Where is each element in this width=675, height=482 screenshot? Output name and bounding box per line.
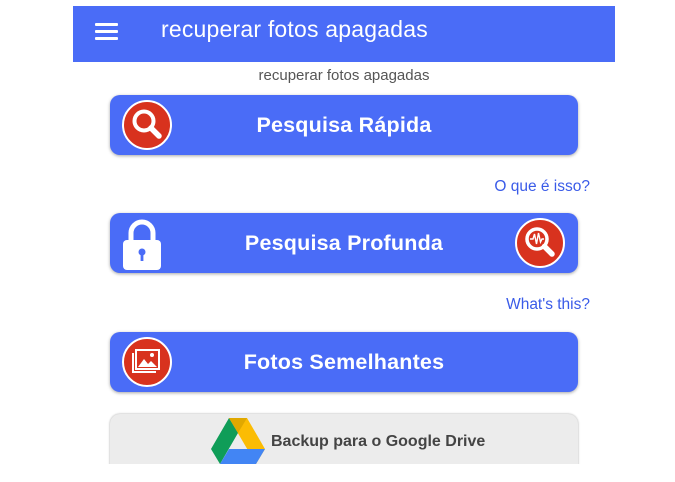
- app-bar: recuperar fotos apagadas: [73, 6, 615, 62]
- menu-icon[interactable]: [95, 23, 119, 43]
- bottom-edge: [0, 464, 675, 482]
- magnifier-waveform-icon: [515, 218, 565, 268]
- lock-icon: [123, 219, 161, 270]
- similar-photos-button[interactable]: Fotos Semelhantes: [110, 332, 578, 392]
- deep-search-label: Pesquisa Profunda: [244, 231, 444, 255]
- photo-gallery-icon: [122, 337, 172, 387]
- quick-search-label: Pesquisa Rápida: [256, 113, 432, 137]
- deep-search-button[interactable]: Pesquisa Profunda: [110, 213, 578, 273]
- magnifier-icon: [122, 100, 172, 150]
- what-is-this-link-pt[interactable]: O que é isso?: [494, 178, 590, 196]
- app-title: recuperar fotos apagadas: [161, 16, 428, 42]
- what-is-this-link-en[interactable]: What's this?: [506, 296, 590, 314]
- google-drive-backup-label: Backup para o Google Drive: [271, 433, 486, 450]
- google-drive-icon: [211, 418, 265, 464]
- quick-search-button[interactable]: Pesquisa Rápida: [110, 95, 578, 155]
- similar-photos-label: Fotos Semelhantes: [243, 350, 445, 374]
- page-subtitle: recuperar fotos apagadas: [258, 67, 430, 84]
